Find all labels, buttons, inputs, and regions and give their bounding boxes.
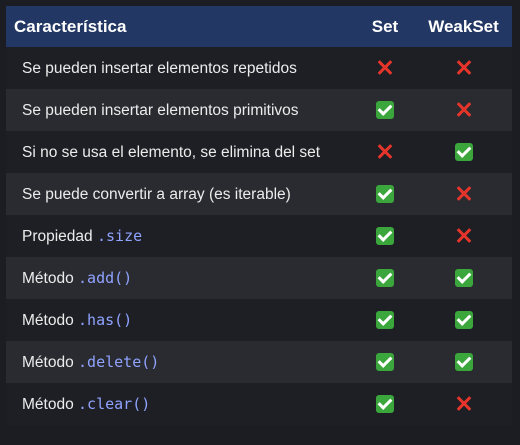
cross-mark-icon bbox=[455, 101, 473, 119]
set-vs-weakset-table: Característica Set WeakSet Se pueden ins… bbox=[6, 6, 512, 425]
comparison-table-container: Característica Set WeakSet Se pueden ins… bbox=[6, 6, 512, 425]
table-body: Se pueden insertar elementos repetidos S… bbox=[6, 47, 512, 425]
set-cell bbox=[355, 131, 415, 173]
feature-text: Método bbox=[22, 311, 79, 329]
cross-mark-icon bbox=[376, 143, 394, 161]
feature-cell: Método .clear() bbox=[6, 383, 355, 425]
weakset-cell bbox=[415, 341, 512, 383]
table-row: Propiedad .size bbox=[6, 215, 512, 257]
feature-cell: Método .delete() bbox=[6, 341, 355, 383]
feature-code: .clear() bbox=[78, 394, 151, 413]
cross-mark-icon bbox=[455, 185, 473, 203]
set-cell bbox=[355, 215, 415, 257]
feature-text: Método bbox=[22, 353, 79, 371]
set-cell bbox=[355, 341, 415, 383]
set-cell bbox=[355, 257, 415, 299]
set-cell bbox=[355, 173, 415, 215]
check-mark-icon bbox=[376, 226, 394, 245]
table-row: Método .has() bbox=[6, 299, 512, 341]
feature-text: Se pueden insertar elementos repetidos bbox=[22, 59, 297, 77]
table-row: Se puede convertir a array (es iterable) bbox=[6, 173, 512, 215]
header-set: Set bbox=[371, 16, 399, 36]
feature-text: Si no se usa el elemento, se elimina del… bbox=[22, 143, 321, 161]
check-mark-icon bbox=[454, 310, 473, 329]
feature-cell: Si no se usa el elemento, se elimina del… bbox=[6, 131, 355, 173]
check-mark-icon bbox=[376, 184, 394, 203]
check-mark-icon bbox=[454, 142, 473, 161]
weakset-cell bbox=[415, 215, 512, 257]
feature-text: Método bbox=[22, 395, 79, 413]
feature-text: Propiedad bbox=[22, 227, 97, 245]
cross-mark-icon bbox=[376, 59, 394, 77]
weakset-cell bbox=[415, 257, 512, 299]
feature-code: .has() bbox=[78, 310, 133, 329]
weakset-cell bbox=[415, 173, 512, 215]
table-row: Se pueden insertar elementos repetidos bbox=[6, 47, 512, 89]
feature-cell: Método .add() bbox=[6, 257, 355, 299]
table-row: Si no se usa el elemento, se elimina del… bbox=[6, 131, 512, 173]
check-mark-icon bbox=[376, 394, 394, 413]
weakset-cell bbox=[415, 383, 512, 425]
set-cell bbox=[355, 299, 415, 341]
feature-code: .delete() bbox=[78, 352, 160, 371]
feature-cell: Se pueden insertar elementos primitivos bbox=[6, 89, 355, 131]
check-mark-icon bbox=[376, 352, 394, 371]
feature-cell: Método .has() bbox=[6, 299, 355, 341]
weakset-cell bbox=[415, 131, 512, 173]
feature-cell: Propiedad .size bbox=[6, 215, 355, 257]
feature-text: Método bbox=[22, 269, 79, 287]
feature-code: .size bbox=[96, 226, 143, 245]
check-mark-icon bbox=[376, 268, 394, 287]
set-cell bbox=[355, 383, 415, 425]
check-mark-icon bbox=[376, 100, 394, 119]
weakset-cell bbox=[415, 89, 512, 131]
feature-cell: Se puede convertir a array (es iterable) bbox=[6, 173, 355, 215]
set-cell bbox=[355, 47, 415, 89]
header-feature: Característica bbox=[14, 16, 127, 36]
table-header: Característica Set WeakSet bbox=[6, 6, 512, 47]
table-row: Se pueden insertar elementos primitivos bbox=[6, 89, 512, 131]
feature-cell: Se pueden insertar elementos repetidos bbox=[6, 47, 355, 89]
header-weakset: WeakSet bbox=[428, 16, 499, 36]
table-row: Método .delete() bbox=[6, 341, 512, 383]
feature-code: .add() bbox=[78, 268, 133, 287]
cross-mark-icon bbox=[455, 59, 473, 77]
check-mark-icon bbox=[376, 310, 394, 329]
table-row: Método .add() bbox=[6, 257, 512, 299]
weakset-cell bbox=[415, 299, 512, 341]
cross-mark-icon bbox=[455, 395, 473, 413]
weakset-cell bbox=[415, 47, 512, 89]
table-row: Método .clear() bbox=[6, 383, 512, 425]
header-row: Característica Set WeakSet bbox=[6, 6, 512, 47]
set-cell bbox=[355, 89, 415, 131]
feature-text: Se puede convertir a array (es iterable) bbox=[22, 185, 291, 203]
check-mark-icon bbox=[454, 268, 473, 287]
cross-mark-icon bbox=[455, 227, 473, 245]
check-mark-icon bbox=[454, 352, 473, 371]
feature-text: Se pueden insertar elementos primitivos bbox=[22, 101, 299, 119]
